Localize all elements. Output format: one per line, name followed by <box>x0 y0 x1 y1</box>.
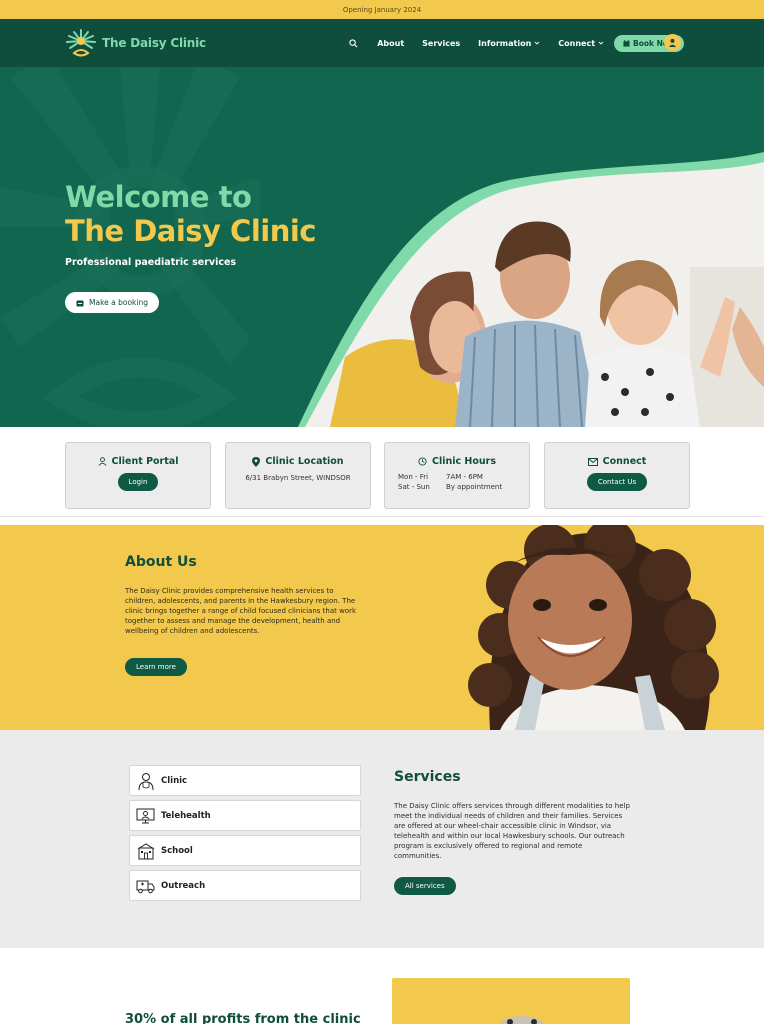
school-icon <box>136 841 155 860</box>
hours-days: Mon - Fri <box>398 473 429 481</box>
nav-connect[interactable]: Connect <box>558 39 604 48</box>
service-outreach[interactable]: Outreach <box>129 870 361 901</box>
service-telehealth-label: Telehealth <box>161 810 211 821</box>
smiling-child-photo <box>468 525 719 730</box>
hero-title-line2: The Daisy Clinic <box>65 214 316 248</box>
all-services-button[interactable]: All services <box>394 877 456 895</box>
nav-about[interactable]: About <box>377 39 404 48</box>
service-school-label: School <box>161 845 193 856</box>
services-title: Services <box>394 769 461 785</box>
chevron-down-icon <box>534 41 540 45</box>
hero-section: Welcome to The Daisy Clinic Professional… <box>0 67 764 427</box>
about-text: The Daisy Clinic provides comprehensive … <box>125 587 357 635</box>
hours-time: By appointment <box>446 483 503 491</box>
info-cards: Client Portal Login Clinic Location 6/31… <box>0 427 764 517</box>
client-portal-card: Client Portal Login <box>65 442 211 509</box>
nav-information[interactable]: Information <box>478 39 540 48</box>
nav-links: About Services Information Connect Book … <box>347 19 684 67</box>
login-button[interactable]: Login <box>117 473 159 491</box>
announcement-text: Opening January 2024 <box>342 5 422 14</box>
about-section: About Us The Daisy Clinic provides compr… <box>0 525 764 730</box>
connect-title-text: Connect <box>602 456 647 467</box>
calendar-icon <box>76 300 84 306</box>
client-portal-title-text: Client Portal <box>111 456 179 467</box>
hero-subtitle: Professional paediatric services <box>65 257 237 268</box>
doctor-icon <box>136 771 155 790</box>
services-text: The Daisy Clinic offers services through… <box>394 802 630 860</box>
clinic-address: 6/31 Brabyn Street, WINDSOR <box>245 474 351 482</box>
user-icon <box>98 457 106 466</box>
van-icon <box>136 876 155 895</box>
chevron-down-icon <box>598 41 604 45</box>
daisy-logo-icon <box>64 27 98 59</box>
clinic-location-card: Clinic Location 6/31 Brabyn Street, WIND… <box>225 442 371 509</box>
hours-table: Mon - Fri 7AM - 6PM Sat - Sun By appoint… <box>398 473 516 491</box>
profits-section: 30% of all profits from the clinic <box>0 948 764 1024</box>
child-photo <box>392 978 630 1024</box>
brand-name: The Daisy Clinic <box>102 36 206 50</box>
clinic-hours-title-text: Clinic Hours <box>431 456 497 467</box>
clinic-hours-title: Clinic Hours <box>418 456 496 467</box>
clinic-hours-card: Clinic Hours Mon - Fri 7AM - 6PM Sat - S… <box>384 442 530 509</box>
nav-services-label: Services <box>422 38 461 48</box>
clinic-location-title-text: Clinic Location <box>265 456 344 467</box>
service-outreach-label: Outreach <box>161 880 206 891</box>
service-clinic[interactable]: Clinic <box>129 765 361 796</box>
profits-title: 30% of all profits from the clinic <box>125 1012 361 1024</box>
service-telehealth[interactable]: Telehealth <box>129 800 361 831</box>
make-booking-button[interactable]: Make a booking <box>65 292 160 313</box>
main-navigation: The Daisy Clinic About Services Informat… <box>0 19 764 67</box>
search-icon[interactable] <box>347 37 359 49</box>
make-booking-label: Make a booking <box>89 298 149 307</box>
nav-connect-label: Connect <box>558 38 596 48</box>
nav-services[interactable]: Services <box>422 39 460 48</box>
contact-us-button[interactable]: Contact Us <box>586 473 648 491</box>
service-school[interactable]: School <box>129 835 361 866</box>
brand-logo-link[interactable]: The Daisy Clinic <box>64 27 206 59</box>
announcement-bar: Opening January 2024 <box>0 0 764 19</box>
account-icon[interactable] <box>664 34 681 51</box>
services-section: Clinic Telehealth School Outreach Servic… <box>0 730 764 948</box>
envelope-icon <box>587 457 598 466</box>
map-pin-icon <box>252 456 261 467</box>
calendar-icon <box>623 39 630 47</box>
telehealth-icon <box>136 806 155 825</box>
hero-title-line1: Welcome to <box>65 180 252 214</box>
clinic-location-title: Clinic Location <box>252 456 344 467</box>
nav-information-label: Information <box>478 38 532 48</box>
hours-days: Sat - Sun <box>398 483 430 491</box>
service-clinic-label: Clinic <box>161 775 188 786</box>
connect-title: Connect <box>587 456 647 467</box>
clock-icon <box>418 457 427 466</box>
learn-more-button[interactable]: Learn more <box>125 658 187 676</box>
client-portal-title: Client Portal <box>98 456 179 467</box>
about-title: About Us <box>125 554 197 570</box>
connect-card: Connect Contact Us <box>544 442 690 509</box>
hours-time: 7AM - 6PM <box>446 473 483 481</box>
nav-about-label: About <box>377 38 405 48</box>
